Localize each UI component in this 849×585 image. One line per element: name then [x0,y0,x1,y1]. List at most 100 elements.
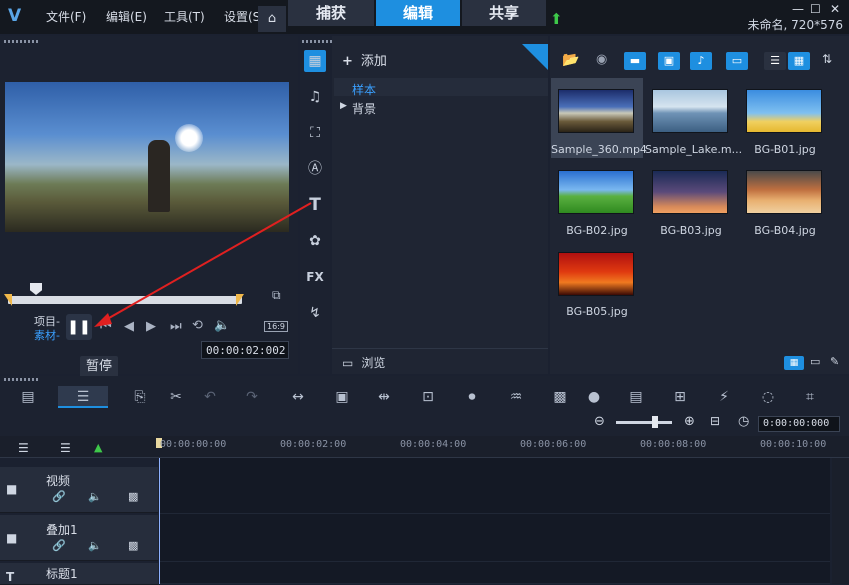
player-timecode[interactable]: 00:00:02:002 [201,341,289,359]
track-header-overlay[interactable] [0,515,158,561]
storyboard-view-icon[interactable]: ▤ [16,386,40,408]
tree-item-sample[interactable]: 样本 [352,81,376,98]
template-icon[interactable]: Ⓐ [304,158,326,180]
tab-share[interactable]: 共享 [462,0,546,26]
chapter-icon[interactable]: ☰ [60,441,71,455]
edit-icon[interactable]: ✎ [830,355,839,368]
instant-project-icon[interactable]: ♫ [304,86,326,108]
repeat-icon[interactable]: ⟲ [192,318,203,333]
aspect-ratio-button[interactable]: 16:9 [264,321,288,332]
media-category-icon[interactable]: ▦ [304,50,326,72]
crop-icon[interactable]: ⊡ [416,386,440,408]
ripple-icon[interactable]: 🔗 [52,539,66,552]
timeline-scrollbar[interactable] [832,458,849,584]
menu-file[interactable]: 文件(F) [46,8,86,25]
filter-video-icon[interactable]: ▬ [624,52,646,70]
home-icon[interactable]: ⌂ [258,6,286,32]
undo-icon[interactable]: ↶ [198,386,222,408]
clock-icon[interactable]: ◷ [738,414,749,429]
tab-capture[interactable]: 捕获 [288,0,374,26]
thumb-sample-lake[interactable] [652,89,728,133]
redo-icon[interactable]: ↷ [240,386,264,408]
fit-project-icon[interactable]: ⊟ [710,414,720,428]
graphics-icon[interactable]: ✿ [304,230,326,252]
close-icon[interactable]: ✕ [830,2,840,16]
track-area-overlay[interactable] [160,514,830,562]
split-screen-icon[interactable]: ⊞ [668,386,692,408]
subtitle-icon[interactable]: ▤ [624,386,648,408]
grid-view-icon[interactable]: ▦ [788,52,810,70]
import-folder-icon[interactable]: 📂 [562,52,579,68]
track-area-video[interactable] [160,458,830,514]
marker-icon[interactable]: ▲ [94,441,102,454]
pause-tooltip: 暂停 [80,356,118,378]
thumb-bg-b01[interactable] [746,89,822,133]
fit-width-icon[interactable]: ↔ [286,386,310,408]
zoom-slider-knob[interactable] [652,416,658,428]
thumb-size-icon[interactable]: ▦ [784,356,804,370]
fx-icon[interactable]: FX [304,266,326,288]
stabilize-icon[interactable]: ⌗ [798,386,822,408]
prev-frame-icon[interactable]: ◀ [124,319,134,334]
panel-grip[interactable] [4,40,40,43]
thumb-bg-b04[interactable] [746,170,822,214]
thumb-bg-b03[interactable] [652,170,728,214]
list-view-icon[interactable]: ☰ [764,52,786,70]
pause-button[interactable]: ❚❚ [66,314,92,340]
zoom-out-icon[interactable]: ⊖ [594,414,605,429]
go-start-icon[interactable]: ⏮ [100,319,112,334]
expand-triangle-icon[interactable]: ▶ [340,101,347,111]
track-volume-icon[interactable]: 🔈 [88,490,102,503]
multicam-icon[interactable]: ▩ [548,386,572,408]
minimize-icon[interactable]: — [792,2,804,16]
track-pattern-icon[interactable]: ▩ [128,539,138,552]
library-view-icon[interactable]: ▭ [726,52,748,70]
thumb-bg-b02[interactable] [558,170,634,214]
record-capture-icon[interactable]: ⏺ [460,386,484,408]
go-end-icon[interactable]: ⏭ [170,319,182,334]
upload-arrow-icon[interactable]: ⬆ [550,10,563,28]
audio-wave-icon[interactable]: ♒ [504,386,528,408]
panel-grip-3[interactable] [4,378,40,381]
transition-icon[interactable]: ⛶ [304,122,326,144]
motion-icon[interactable]: ⚡ [712,386,736,408]
path-icon[interactable]: ↯ [304,302,326,324]
browse-button[interactable]: ▭ 浏览 [342,354,385,371]
scrub-bar[interactable] [8,296,242,304]
track-header-title[interactable] [0,563,158,585]
zoom-slider[interactable] [616,421,672,424]
tree-item-background[interactable]: 背景 [352,100,376,117]
track-volume-icon[interactable]: 🔈 [88,539,102,552]
filter-photo-icon[interactable]: ▣ [658,52,680,70]
menu-tools[interactable]: 工具(T) [164,8,205,25]
title-text-icon[interactable]: T [304,194,326,216]
next-frame-icon[interactable]: ▶ [146,319,156,334]
record-icon[interactable]: ◉ [596,52,607,67]
volume-icon[interactable]: 🔈 [214,318,230,333]
timeline-view-icon[interactable]: ☰ [58,386,108,408]
tab-edit[interactable]: 编辑 [376,0,460,26]
mask-icon[interactable]: ◌ [756,386,780,408]
split-icon[interactable]: ⇹ [372,386,396,408]
track-pattern-icon[interactable]: ▩ [128,490,138,503]
snapshot-frame-icon[interactable]: ▣ [330,386,354,408]
zoom-in-icon[interactable]: ⊕ [684,414,695,429]
track-manager-icon[interactable]: ☰ [18,441,29,455]
snapshot-icon[interactable]: ⧉ [272,288,281,303]
color-icon[interactable]: ● [582,386,606,408]
timeline-timecode[interactable]: 0:00:00:000 [758,416,840,432]
track-area-title[interactable] [160,562,830,584]
clip-mode-label[interactable]: 素材- [34,327,60,343]
filter-audio-icon[interactable]: ♪ [690,52,712,70]
add-button[interactable]: + 添加 [342,50,387,69]
menu-edit[interactable]: 编辑(E) [106,8,147,25]
options-icon[interactable]: ▭ [810,355,820,368]
ripple-icon[interactable]: 🔗 [52,490,66,503]
thumb-bg-b05[interactable] [558,252,634,296]
copy-attributes-icon[interactable]: ⎘ [128,386,152,408]
thumb-sample-360[interactable] [558,89,634,133]
tools-icon[interactable]: ✂ [164,386,188,408]
sort-icon[interactable]: ⇅ [822,52,832,66]
ruler-tick: 00:00:00:00 [160,439,227,450]
maximize-icon[interactable]: ☐ [810,2,821,16]
